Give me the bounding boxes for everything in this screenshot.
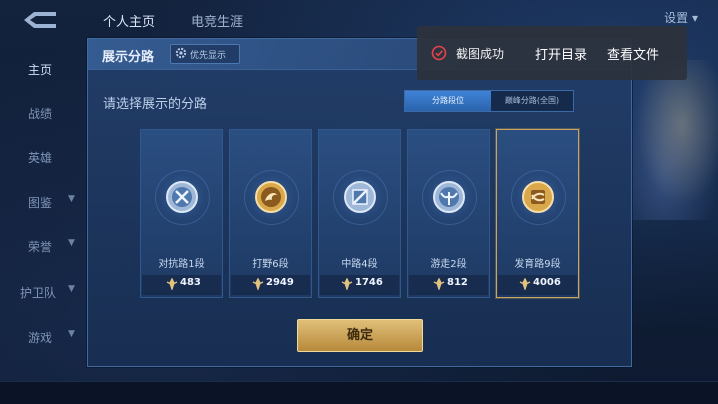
lane-points-icon <box>519 278 531 290</box>
lane-card-top[interactable]: 对抗路1段 483 <box>140 129 223 298</box>
tab-esports-career[interactable]: 电竞生涯 <box>191 11 243 30</box>
view-file-button[interactable]: 查看文件 <box>607 44 659 63</box>
priority-label: 优先显示 <box>190 51 227 61</box>
tab-personal-home[interactable]: 个人主页 <box>103 11 155 30</box>
lane-points: 812 <box>447 277 468 288</box>
sidebar-item-label: 主页 <box>28 63 53 77</box>
lane-points-icon <box>433 278 445 290</box>
sidebar-item-label: 游戏 <box>28 331 53 345</box>
lane-points: 483 <box>180 277 201 288</box>
gold-dragon-badge-icon <box>255 181 287 213</box>
lane-points: 2949 <box>266 277 294 288</box>
lane-rank-label: 游走2段 <box>430 259 467 270</box>
panel-title: 展示分路 <box>102 50 155 65</box>
chevron-down-icon: ▼ <box>68 194 75 204</box>
lane-display-panel: 展示分路 优先显示 请选择展示的分路 分路段位 巅峰分路(全国) 对抗路1段 4… <box>87 38 632 367</box>
segment-lane-rank[interactable]: 分路段位 <box>405 91 491 111</box>
silver-sword-badge-icon <box>166 181 198 213</box>
settings-button[interactable]: 设置 ▾ <box>664 9 698 26</box>
sidebar-item-home[interactable]: 主页 <box>0 59 88 79</box>
lane-card-roam[interactable]: 游走2段 812 <box>407 129 490 298</box>
lane-points: 4006 <box>533 277 561 288</box>
gold-arrow-badge-icon <box>522 181 554 213</box>
segment-peak-lane[interactable]: 巅峰分路(全国) <box>491 91 573 111</box>
lane-rank-label: 打野6段 <box>252 259 289 270</box>
sidebar-item-label: 战绩 <box>28 107 53 121</box>
lane-card-jungle[interactable]: 打野6段 2949 <box>229 129 312 298</box>
toast-message: 截图成功 <box>456 47 505 61</box>
priority-display-button[interactable]: 优先显示 <box>170 44 240 64</box>
chevron-down-icon: ▼ <box>68 284 75 294</box>
gear-icon <box>175 47 187 59</box>
lane-points-icon <box>166 278 178 290</box>
lane-rank-label: 中路4段 <box>341 259 378 270</box>
bottom-strip <box>0 381 718 404</box>
panel-prompt: 请选择展示的分路 <box>103 97 208 112</box>
silver-slash-badge-icon <box>344 181 376 213</box>
sidebar-item-label: 荣誉 <box>28 240 53 254</box>
settings-label: 设置 <box>664 11 689 25</box>
sidebar-item-heroes[interactable]: 英雄 <box>0 147 88 167</box>
sidebar-item-honor[interactable]: 荣誉 ▼ <box>0 236 88 256</box>
lane-rank-label: 对抗路1段 <box>158 259 205 270</box>
lane-card-mid[interactable]: 中路4段 1746 <box>318 129 401 298</box>
silver-wings-badge-icon <box>433 181 465 213</box>
sidebar-item-record[interactable]: 战绩 <box>0 103 88 123</box>
chevron-down-icon: ▼ <box>68 238 75 248</box>
screenshot-toast: 截图成功 打开目录 查看文件 <box>417 26 687 80</box>
sidebar-item-label: 护卫队 <box>20 286 57 300</box>
sidebar-item-codex[interactable]: 图鉴 ▼ <box>0 192 88 212</box>
sidebar-item-label: 图鉴 <box>28 196 53 210</box>
sidebar-item-guard[interactable]: 护卫队 ▼ <box>0 282 88 302</box>
confirm-button[interactable]: 确定 <box>297 319 423 352</box>
open-folder-button[interactable]: 打开目录 <box>535 44 587 63</box>
chevron-down-icon: ▼ <box>68 329 75 339</box>
sidebar-item-games[interactable]: 游戏 ▼ <box>0 327 88 347</box>
back-logo-icon[interactable] <box>18 8 62 32</box>
sidebar: 主页 战绩 英雄 图鉴 ▼ 荣誉 ▼ 护卫队 ▼ 游戏 ▼ <box>0 40 88 380</box>
lane-points-icon <box>341 278 353 290</box>
lane-points-icon <box>252 278 264 290</box>
lane-points: 1746 <box>355 277 383 288</box>
segment-control: 分路段位 巅峰分路(全国) <box>404 90 574 112</box>
lane-rank-label: 发育路9段 <box>514 259 561 270</box>
hero-portrait <box>628 60 718 220</box>
lane-card-farm[interactable]: 发育路9段 4006 <box>496 129 579 298</box>
sidebar-item-label: 英雄 <box>28 151 53 165</box>
check-circle-icon <box>431 45 447 61</box>
